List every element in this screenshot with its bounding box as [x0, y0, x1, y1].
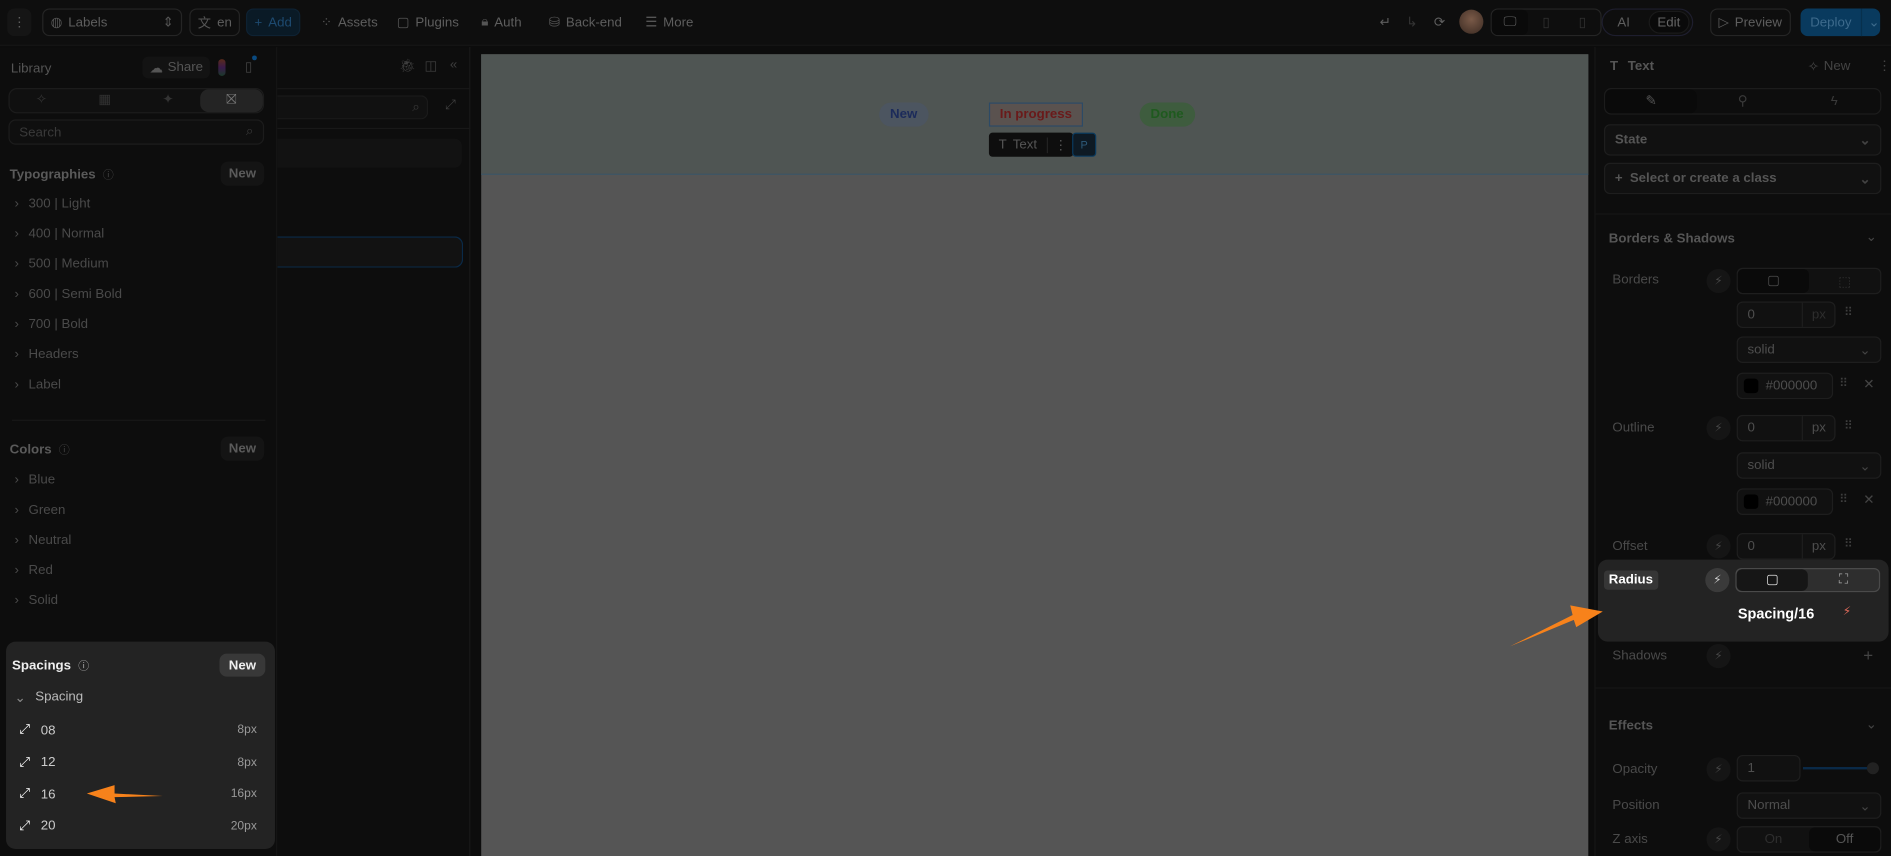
annotation-arrows: [86, 605, 1603, 804]
arrow-left-annotation: [86, 785, 163, 804]
arrow-right-annotation: [1509, 605, 1603, 647]
